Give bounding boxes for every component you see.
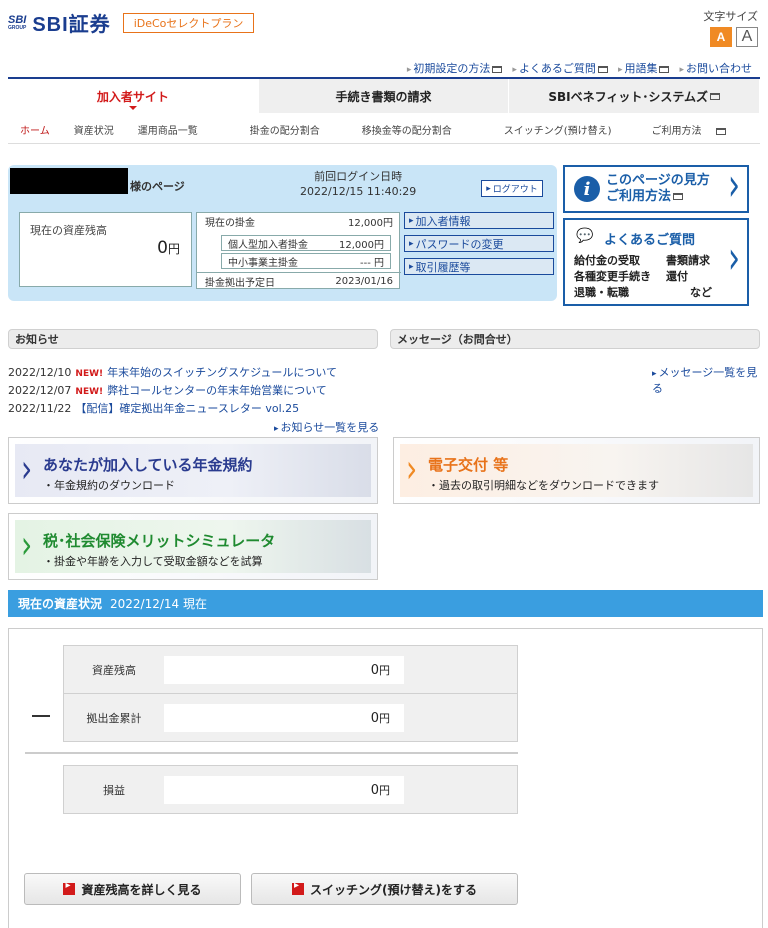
font-size-control: 文字サイズ A A: [703, 8, 758, 47]
notice-link[interactable]: 【配信】確定拠出年金ニュースレター vol.25: [75, 402, 299, 415]
balance-label: 現在の資産残高: [30, 224, 107, 237]
contrib-row: 現在の掛金 12,000円: [205, 217, 393, 229]
plan-badge: iDeCoセレクトプラン: [122, 12, 255, 33]
faq-item: 給付金の受取: [574, 254, 640, 267]
chat-bubble-icon: 💬: [576, 228, 594, 244]
guide-text: このページの見方 ご利用方法: [606, 173, 710, 204]
subnav-asset-status[interactable]: 資産状況: [62, 122, 126, 137]
external-window-icon: [659, 65, 670, 73]
banner-title: あなたが加入している年金規約: [43, 456, 253, 474]
subnav-home[interactable]: ホーム: [8, 122, 62, 137]
link-glossary[interactable]: 用語集: [618, 60, 670, 76]
main-nav: 加入者サイト 手続き書類の請求 SBIベネフィット･システムズ: [8, 77, 761, 113]
sub-nav: ホーム 資産状況 運用商品一覧 掛金の配分割合 移換金等の配分割合 スイッチング…: [8, 116, 760, 144]
tab-member-site[interactable]: 加入者サイト: [8, 79, 259, 113]
chevron-right-icon: ›: [728, 159, 740, 212]
logo-text: SBI証券: [32, 14, 111, 36]
pension-rules-banner[interactable]: › あなたが加入している年金規約 ・年金規約のダウンロード: [8, 437, 378, 504]
last-login: 前回ログイン日時 2022/12/15 11:40:29: [300, 170, 416, 200]
minus-icon: [32, 715, 50, 717]
font-size-small-button[interactable]: A: [736, 27, 758, 47]
last-login-label: 前回ログイン日時: [314, 170, 403, 183]
e-delivery-banner[interactable]: › 電子交付 等 ・過去の取引明細などをダウンロードできます: [393, 437, 760, 504]
notice-item: 2022/12/07 NEW! 弊社コールセンターの年末年始営業について: [8, 384, 327, 397]
subnav-transfer-ratio[interactable]: 移換金等の配分割合: [332, 122, 464, 137]
asset-row: 資産残高 0円: [63, 645, 518, 694]
subnav-products[interactable]: 運用商品一覧: [126, 122, 210, 137]
chevron-right-icon: ›: [21, 521, 33, 568]
contribution-total-row: 拠出金累計 0円: [63, 693, 518, 742]
balance-value: 0円: [157, 238, 180, 258]
banner-subtitle: ・過去の取引明細などをダウンロードできます: [428, 479, 659, 492]
faq-title: よくあるご質問: [604, 233, 696, 248]
switching-button[interactable]: スイッチング(預け替え)をする: [251, 873, 518, 905]
notice-link[interactable]: 弊社コールセンターの年末年始営業について: [107, 384, 327, 397]
notice-link[interactable]: 年末年始のスイッチングスケジュールについて: [107, 366, 337, 379]
notices-more-link[interactable]: お知らせ一覧を見る: [274, 419, 380, 435]
password-change-button[interactable]: パスワードの変更: [404, 235, 554, 252]
chevron-right-icon: ›: [728, 232, 740, 285]
external-window-icon: [492, 65, 503, 73]
contribution-table: 現在の掛金 12,000円 個人型加入者掛金 12,000円 中小事業主掛金 --- …: [196, 212, 401, 289]
asset-status-date: 2022/12/14 現在: [110, 597, 207, 611]
arrow-box-icon: [292, 880, 304, 895]
messages-more-link[interactable]: メッセージ一覧を見る: [652, 364, 768, 396]
member-info-button[interactable]: 加入者情報: [404, 212, 554, 229]
subnav-contribution-ratio[interactable]: 掛金の配分割合: [210, 122, 332, 137]
banner-title: 電子交付 等: [428, 456, 509, 474]
chevron-right-icon: ›: [21, 445, 33, 492]
subnav-usage[interactable]: ご利用方法: [624, 122, 738, 137]
subnav-switching[interactable]: スイッチング(預け替え): [464, 122, 624, 137]
tab-document-request[interactable]: 手続き書類の請求: [258, 79, 510, 113]
asset-status-title: 現在の資産状況: [18, 597, 103, 611]
link-contact[interactable]: お問い合わせ: [679, 60, 752, 76]
notices-header: お知らせ: [8, 329, 378, 349]
sbi-group-mark: SBI GROUP: [8, 13, 27, 31]
transaction-history-button[interactable]: 取引履歴等: [404, 258, 554, 275]
notice-item: 2022/11/22 【配信】確定拠出年金ニュースレター vol.25: [8, 402, 300, 415]
personal-contrib-row: 個人型加入者掛金 12,000円: [221, 235, 391, 251]
asset-detail-button[interactable]: 資産残高を詳しく見る: [24, 873, 241, 905]
banner-title: 税･社会保険メリットシミュレータ: [43, 532, 276, 550]
font-size-label: 文字サイズ: [703, 10, 758, 23]
faq-item: 還付: [666, 270, 688, 283]
simulator-banner[interactable]: › 税･社会保険メリットシミュレータ ・掛金や年齢を入力して受取金額などを試算: [8, 513, 378, 580]
asset-status-header: 現在の資産状況 2022/12/14 現在: [8, 590, 763, 617]
faq-item: など: [690, 286, 712, 299]
faq-item: 書類請求: [666, 254, 710, 267]
last-login-value: 2022/12/15 11:40:29: [300, 184, 417, 198]
font-size-large-button[interactable]: A: [710, 27, 732, 47]
notice-item: 2022/12/10 NEW! 年末年始のスイッチングスケジュールについて: [8, 366, 338, 379]
external-window-icon: [715, 127, 726, 135]
schedule-row: 掛金拠出予定日 2023/01/16: [205, 275, 393, 289]
external-window-icon: [597, 65, 608, 73]
banner-subtitle: ・年金規約のダウンロード: [43, 479, 175, 492]
link-setup-guide[interactable]: 初期設定の方法: [407, 60, 503, 76]
my-page-label: 様のページ: [130, 180, 185, 193]
logout-button[interactable]: ログアウト: [481, 180, 543, 197]
faq-item: 各種変更手続き: [574, 270, 651, 283]
sbi-logo[interactable]: SBI GROUP SBI証券 iDeCoセレクトプラン: [8, 8, 255, 37]
top-links: 初期設定の方法 よくあるご質問 用語集 お問い合わせ: [407, 60, 752, 76]
link-faq[interactable]: よくあるご質問: [512, 60, 608, 76]
external-window-icon: [673, 192, 684, 200]
messages-header: メッセージ（お問合せ）: [390, 329, 760, 349]
tab-sbi-benefit[interactable]: SBIベネフィット･システムズ: [509, 79, 761, 113]
banner-subtitle: ・掛金や年齢を入力して受取金額などを試算: [43, 555, 263, 568]
redacted-name: [10, 168, 128, 194]
employer-contrib-row: 中小事業主掛金 --- 円: [221, 253, 391, 269]
faq-item: 退職・転職: [574, 286, 629, 299]
arrow-box-icon: [63, 880, 76, 895]
external-window-icon: [710, 92, 720, 100]
profit-loss-row: 損益 0円: [63, 765, 518, 814]
chevron-right-icon: ›: [406, 445, 418, 492]
info-icon: i: [574, 176, 600, 202]
divider: [25, 752, 518, 754]
